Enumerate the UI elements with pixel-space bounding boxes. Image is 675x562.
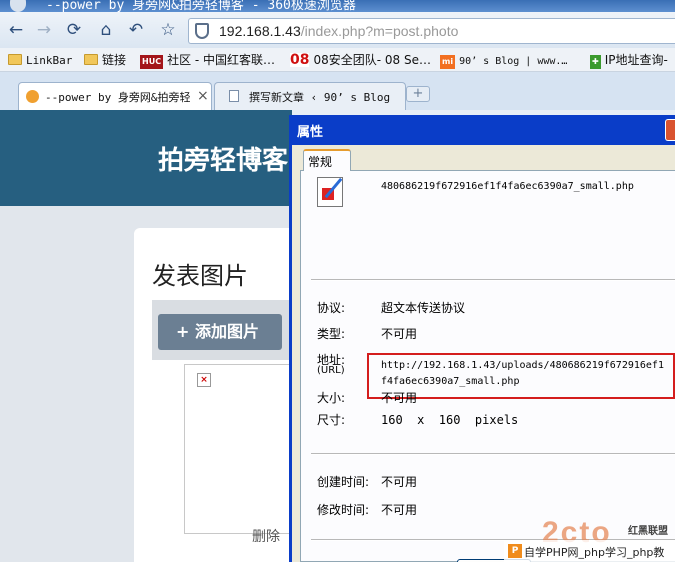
type-value: 不可用	[381, 327, 418, 341]
type-label: 类型:	[317, 327, 346, 341]
created-value: 不可用	[381, 475, 418, 489]
tab-general[interactable]: 常规	[303, 149, 351, 171]
modified-label: 修改时间:	[317, 503, 370, 517]
bookmark-label: LinkBar	[26, 54, 73, 67]
delete-link[interactable]: 删除	[252, 526, 280, 546]
address-url[interactable]: 192.168.1.43/index.php?m=post.photo	[219, 23, 458, 39]
document-icon	[229, 90, 239, 102]
08-icon: 08	[290, 52, 310, 68]
general-panel: 480686219f672916ef1f4fa6ec6390a7_small.p…	[300, 170, 675, 562]
file-name: 480686219f672916ef1f4fa6ec6390a7_small.p…	[381, 181, 634, 192]
back-arrow-icon[interactable]: ←	[6, 20, 26, 40]
undo-icon[interactable]: ↶	[126, 20, 146, 40]
shield-icon	[195, 23, 209, 39]
tab-label: --power by 身旁网&拍旁轻	[45, 91, 191, 104]
divider	[311, 279, 675, 281]
bookmark-huc[interactable]: HUC 社区 - 中国红客联…	[140, 52, 276, 69]
home-icon[interactable]: ⌂	[96, 20, 116, 40]
mi-icon: mi	[440, 55, 456, 69]
tab-label: 撰写新文章 ‹ 90’ s Blog	[249, 91, 391, 104]
site-watermark: 2cto 红黑联盟 P 自学PHP网_php学习_php教	[504, 518, 675, 562]
address-url-sublabel: (URL)	[317, 365, 345, 376]
bookmark-links[interactable]: 链接	[84, 52, 126, 68]
folder-icon	[8, 54, 22, 65]
protocol-value: 超文本传送协议	[381, 301, 466, 315]
page-heading: 发表图片	[152, 262, 248, 290]
modified-value: 不可用	[381, 503, 418, 517]
bookmarks-bar: LinkBar 链接 HUC 社区 - 中国红客联… 08 08安全团队- 08 S…	[0, 48, 675, 72]
size-label: 大小:	[317, 391, 346, 405]
dimensions-label: 尺寸:	[317, 413, 346, 427]
bookmark-label: 90’ s Blog | www.…	[459, 56, 568, 67]
web-page: 拍旁轻博客 发表图片 + 添加图片 × 删除	[0, 110, 292, 562]
folder-icon	[84, 54, 98, 65]
user-avatar-icon[interactable]	[10, 0, 26, 12]
php-badge-icon: P	[508, 544, 522, 558]
bookmark-label: 链接	[102, 53, 127, 67]
bookmark-08sec[interactable]: 08 08安全团队- 08 Se…	[290, 52, 431, 68]
tab-power-by[interactable]: --power by 身旁网&拍旁轻 ×	[18, 82, 212, 110]
bookmark-90s-blog[interactable]: mi 90’ s Blog | www.…	[440, 52, 568, 69]
broken-image-icon[interactable]: ×	[197, 373, 211, 387]
window-title: --power by 身旁网&拍旁轻博客 - 360极速浏览器	[46, 0, 356, 12]
tab-bar: --power by 身旁网&拍旁轻 × 撰写新文章 ‹ 90’ s Blog	[0, 72, 675, 110]
bookmark-label: IP地址查询-	[604, 53, 668, 67]
star-icon[interactable]: ☆	[158, 20, 178, 40]
watermark-corner-text: 红黑联盟	[628, 526, 668, 537]
window-titlebar: --power by 身旁网&拍旁轻博客 - 360极速浏览器	[0, 0, 675, 12]
dialog-close-button[interactable]	[665, 119, 675, 141]
dialog-body: 常规 480686219f672916ef1f4fa6ec6390a7_smal…	[292, 145, 675, 562]
watermark-text: 自学PHP网_php学习_php教	[524, 546, 665, 559]
php-file-icon	[317, 177, 343, 207]
site-favicon-icon	[26, 90, 39, 103]
refresh-icon[interactable]: ⟳	[64, 20, 84, 40]
divider	[311, 453, 675, 455]
address-bar[interactable]: 192.168.1.43/index.php?m=post.photo	[188, 18, 675, 44]
protocol-label: 协议:	[317, 301, 346, 315]
navigation-bar: ← → ⟳ ⌂ ↶ ☆ 192.168.1.43/index.php?m=pos…	[0, 12, 675, 48]
new-tab-button[interactable]: +	[406, 86, 430, 102]
bookmark-label: 08安全团队- 08 Se…	[313, 53, 431, 67]
site-header: 拍旁轻博客	[0, 110, 292, 206]
bookmark-linkbar[interactable]: LinkBar	[8, 52, 72, 68]
post-card: 发表图片 + 添加图片 × 删除	[134, 228, 292, 562]
site-title: 拍旁轻博客	[158, 146, 289, 176]
address-host: 192.168.1.43	[219, 23, 301, 39]
watermark-strip: P 自学PHP网_php学习_php教	[504, 540, 675, 562]
photo-preview[interactable]: ×	[184, 364, 292, 534]
dimensions-value: 160 x 160 pixels	[381, 413, 519, 427]
size-value: 不可用	[381, 391, 418, 405]
tab-write-article[interactable]: 撰写新文章 ‹ 90’ s Blog	[214, 82, 406, 110]
forward-arrow-icon[interactable]: →	[34, 20, 54, 40]
properties-dialog: 属性 常规 480686219f672916ef1f4fa6ec6390a7_s…	[289, 115, 675, 562]
bookmark-label: 社区 - 中国红客联…	[167, 53, 276, 67]
bookmark-ip-lookup[interactable]: ✚ IP地址查询-	[590, 52, 668, 69]
created-label: 创建时间:	[317, 475, 370, 489]
ip-icon: ✚	[590, 55, 601, 69]
add-image-button[interactable]: + 添加图片	[158, 314, 282, 350]
address-path: /index.php?m=post.photo	[300, 23, 459, 39]
dialog-title: 属性	[297, 125, 324, 140]
close-tab-icon[interactable]: ×	[197, 88, 209, 104]
huc-icon: HUC	[140, 55, 164, 69]
